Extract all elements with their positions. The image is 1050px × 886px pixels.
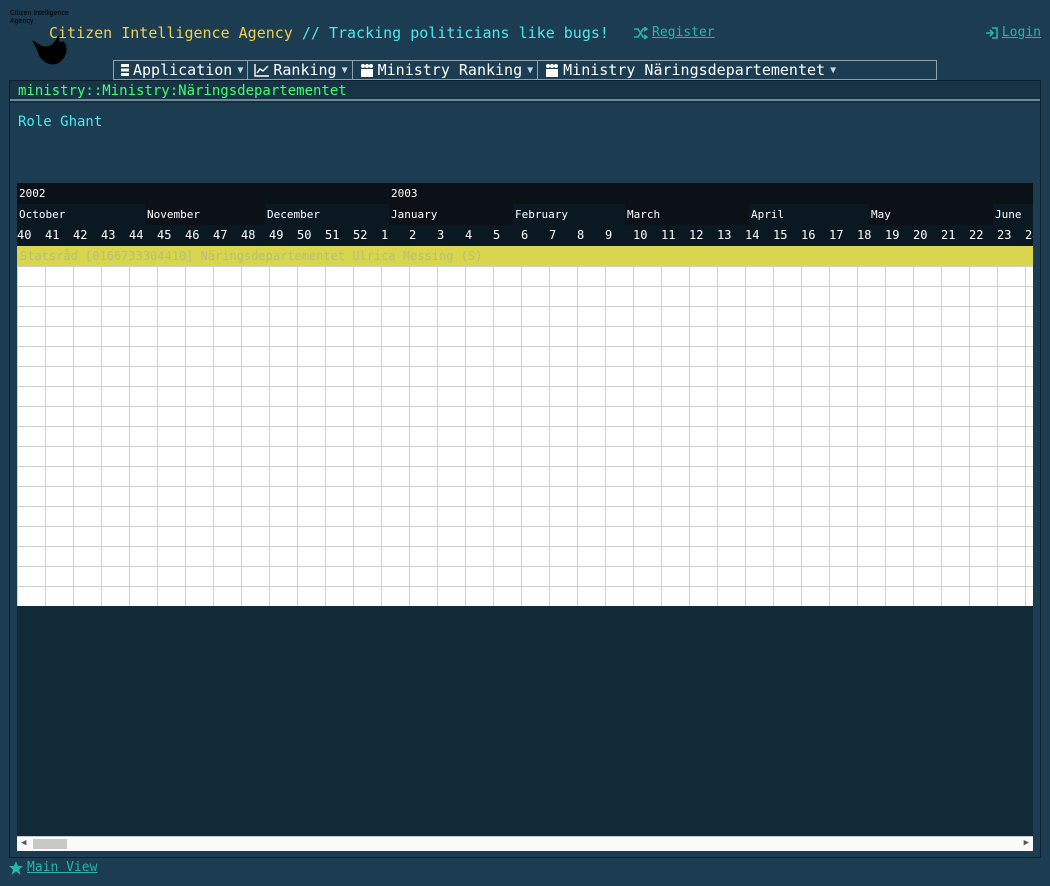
gantt-week-label: 47	[213, 228, 228, 242]
gantt-week-label: 20	[913, 228, 928, 242]
gantt-week-label: 52	[353, 228, 368, 242]
menu-application[interactable]: Application ▼	[114, 61, 249, 79]
gantt-grid	[17, 266, 1033, 606]
menu-ministry-ranking-label: Ministry Ranking	[377, 61, 523, 79]
gantt-week-label: 2	[409, 228, 417, 242]
gantt-month: April	[749, 204, 869, 225]
menu-ministry-naringsdepartementet[interactable]: Ministry Näringsdepartementet ▼	[538, 61, 840, 79]
gantt-week-label: 4	[465, 228, 473, 242]
group-icon	[360, 64, 373, 77]
gantt-week-label: 48	[241, 228, 256, 242]
gantt-week-label: 7	[549, 228, 557, 242]
menu-ranking[interactable]: Ranking ▼	[248, 61, 353, 79]
gantt-week-label: 46	[185, 228, 200, 242]
menu-ministry-naringsdepartementet-label: Ministry Näringsdepartementet	[563, 61, 826, 79]
panel-title: ministry::Ministry:Näringsdepartementet	[10, 81, 1040, 101]
ministry-panel: ministry::Ministry:Näringsdepartementet …	[9, 80, 1041, 858]
gantt-week-label: 5	[493, 228, 501, 242]
login-link[interactable]: Login	[985, 25, 1041, 40]
gantt-week-label: 15	[773, 228, 788, 242]
gantt-week-label: 43	[101, 228, 116, 242]
brand-tagline: // Tracking politicians like bugs!	[301, 24, 609, 42]
sign-in-icon	[985, 26, 998, 39]
chevron-down-icon: ▼	[237, 64, 244, 76]
gantt-year-row: 2002 2003	[17, 183, 1033, 204]
gantt-empty-area	[17, 606, 1033, 836]
gantt-week-label: 24	[1025, 228, 1033, 242]
chevron-down-icon: ▼	[830, 64, 837, 76]
brand-title: Citizen Intelligence Agency // Tracking …	[49, 24, 609, 42]
gantt-week-label: 51	[325, 228, 340, 242]
gantt-week-label: 49	[269, 228, 284, 242]
gantt-week-label: 8	[577, 228, 585, 242]
login-label: Login	[1001, 25, 1041, 40]
gantt-week-label: 13	[717, 228, 732, 242]
brand-name: Citizen Intelligence Agency	[49, 24, 293, 42]
gantt-month: June	[993, 204, 1033, 225]
scroll-left-icon[interactable]: ◀	[21, 838, 26, 848]
role-ghant-title: Role Ghant	[18, 114, 103, 130]
gantt-week-label: 41	[45, 228, 60, 242]
main-view-link[interactable]: Main View	[9, 860, 97, 875]
gantt-week-label: 3	[437, 228, 445, 242]
chevron-down-icon: ▼	[341, 64, 348, 76]
group-icon	[546, 64, 559, 77]
gantt-week-label: 19	[885, 228, 900, 242]
role-gantt-chart: 2002 2003 October November December Janu…	[17, 183, 1033, 606]
gantt-week-label: 9	[605, 228, 613, 242]
chevron-down-icon: ▼	[527, 64, 534, 76]
gantt-year: 2002	[19, 187, 46, 200]
gantt-month: November	[145, 204, 265, 225]
gantt-year: 2003	[391, 187, 418, 200]
scroll-thumb[interactable]	[33, 839, 67, 849]
gantt-month: March	[625, 204, 749, 225]
gantt-week-label: 45	[157, 228, 172, 242]
gantt-week-label: 11	[661, 228, 676, 242]
shuffle-icon	[634, 26, 648, 39]
gantt-week-label: 16	[801, 228, 816, 242]
scroll-right-icon[interactable]: ▶	[1024, 838, 1029, 848]
gantt-week-label: 40	[17, 228, 32, 242]
gantt-role-bar[interactable]: Statsråd [0166733304410] Näringsdepartem…	[17, 246, 1033, 266]
gantt-week-label: 17	[829, 228, 844, 242]
gantt-week-label: 23	[997, 228, 1012, 242]
main-menubar: Application ▼ Ranking ▼ Ministry Ranking…	[113, 60, 937, 80]
gantt-month: May	[869, 204, 993, 225]
register-link[interactable]: Register	[634, 25, 715, 40]
gantt-week-label: 50	[297, 228, 312, 242]
menu-ranking-label: Ranking	[273, 61, 337, 79]
gantt-week-row: 40 41 42 43 44 45 46 47 48 49 50 51 52 1 2 3 4 5 6 7 8 9 10 11 1…	[17, 225, 1033, 246]
gantt-month: February	[513, 204, 625, 225]
gantt-month: October	[17, 204, 145, 225]
gantt-month-row: October November December January Februa…	[17, 204, 1033, 225]
menu-application-label: Application	[133, 61, 233, 79]
gantt-week-label: 21	[941, 228, 956, 242]
register-label: Register	[652, 25, 715, 40]
gantt-week-label: 18	[857, 228, 872, 242]
gantt-month: January	[389, 204, 513, 225]
gantt-week-label: 12	[689, 228, 704, 242]
star-icon	[9, 860, 23, 875]
gantt-week-label: 14	[745, 228, 760, 242]
menu-ministry-ranking[interactable]: Ministry Ranking ▼	[353, 61, 539, 79]
gantt-week-label: 22	[969, 228, 984, 242]
horizontal-scrollbar[interactable]: ◀ ▶	[17, 836, 1033, 851]
panel-body: Role Ghant 2002 2003 October November De…	[10, 103, 1040, 857]
gantt-week-label: 44	[129, 228, 144, 242]
main-view-label: Main View	[27, 860, 98, 875]
server-icon	[121, 64, 129, 76]
gantt-week-label: 42	[73, 228, 88, 242]
gantt-week-label: 1	[381, 228, 389, 242]
gantt-week-label: 10	[633, 228, 648, 242]
line-chart-icon	[254, 64, 270, 77]
gantt-week-label: 6	[521, 228, 529, 242]
gantt-month: December	[265, 204, 389, 225]
